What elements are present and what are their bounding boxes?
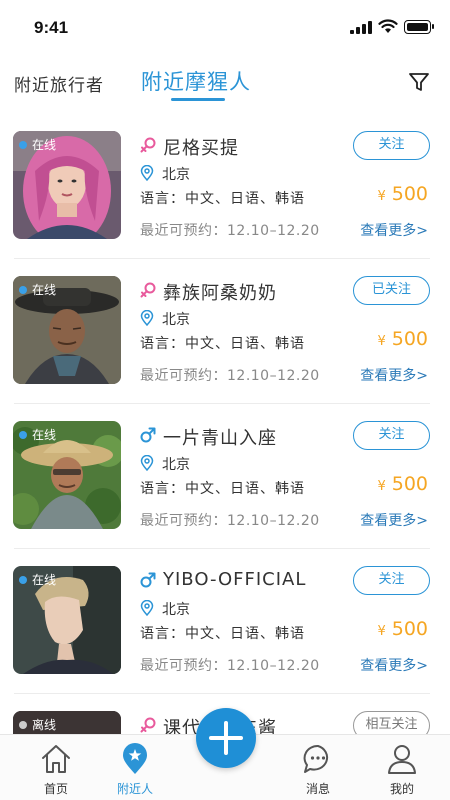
guide-availability: 最近可预约：12.10–12.20 xyxy=(140,223,320,239)
status-text: 在线 xyxy=(32,138,57,152)
status-dot xyxy=(19,285,27,294)
guide-name: 尼格买提 xyxy=(163,138,239,159)
follow-button[interactable]: 关注 xyxy=(353,421,430,450)
profile-icon xyxy=(388,745,416,774)
location-pin-icon xyxy=(140,310,154,326)
location-pin-icon xyxy=(140,600,154,616)
active-tab-indicator xyxy=(171,98,225,101)
guide-city: 北京 xyxy=(162,457,190,473)
home-icon xyxy=(42,745,70,773)
guide-city: 北京 xyxy=(162,602,190,618)
guide-card[interactable]: 在线 尼格买提 北京 语言：中文、日语、韩语 最近可预约：12.10–12.20… xyxy=(0,114,450,259)
status-dot xyxy=(19,430,27,439)
status-dot xyxy=(19,720,27,729)
online-status-badge: 在线 xyxy=(19,426,56,443)
status-text: 离线 xyxy=(32,718,57,732)
filter-icon[interactable] xyxy=(408,71,430,93)
tab-nearby-travelers[interactable]: 附近旅行者 xyxy=(14,71,104,96)
nav-mine-label: 我的 xyxy=(389,782,414,796)
guide-photo[interactable]: 在线 xyxy=(13,421,121,529)
guide-city: 北京 xyxy=(162,312,190,328)
status-time: 9:41 xyxy=(34,18,69,37)
see-more-link[interactable]: 查看更多> xyxy=(360,220,428,240)
guide-availability: 最近可预约：12.10–12.20 xyxy=(140,513,320,529)
offline-status-badge: 离线 xyxy=(19,716,56,733)
nav-nearby[interactable]: 附近人 xyxy=(95,735,175,800)
currency-symbol: ¥ xyxy=(377,189,386,204)
price-value: 500 xyxy=(391,618,428,640)
guide-languages: 语言：中文、日语、韩语 xyxy=(140,191,305,207)
status-dot xyxy=(19,575,27,584)
status-text: 在线 xyxy=(32,428,57,442)
price-value: 500 xyxy=(391,473,428,495)
guide-languages: 语言：中文、日语、韩语 xyxy=(140,336,305,352)
guide-name: 彝族阿桑奶奶 xyxy=(163,283,277,304)
nav-messages-label: 消息 xyxy=(305,782,330,796)
status-text: 在线 xyxy=(32,283,57,297)
follow-button[interactable]: 关注 xyxy=(353,566,430,595)
guide-name: YIBO-OFFICIAL xyxy=(163,569,307,590)
guide-photo[interactable]: 在线 xyxy=(13,131,121,239)
guide-list: 在线 尼格买提 北京 语言：中文、日语、韩语 最近可预约：12.10–12.20… xyxy=(0,114,450,800)
nav-home[interactable]: 首页 xyxy=(16,735,96,800)
guide-card[interactable]: 在线 YIBO-OFFICIAL 北京 语言：中文、日语、韩语 最近可预约：12… xyxy=(0,549,450,694)
bottom-nav: 首页 附近人 消息 我的 xyxy=(0,708,450,800)
nearby-location-icon xyxy=(123,743,147,774)
currency-symbol: ¥ xyxy=(377,334,386,349)
see-more-link[interactable]: 查看更多> xyxy=(360,365,428,385)
nav-home-label: 首页 xyxy=(43,782,68,796)
wifi-icon xyxy=(378,19,398,33)
guide-photo[interactable]: 在线 xyxy=(13,276,121,384)
guide-languages: 语言：中文、日语、韩语 xyxy=(140,626,305,642)
online-status-badge: 在线 xyxy=(19,281,56,298)
guide-photo[interactable]: 在线 xyxy=(13,566,121,674)
guide-card[interactable]: 在线 彝族阿桑奶奶 北京 语言：中文、日语、韩语 最近可预约：12.10–12.… xyxy=(0,259,450,404)
location-pin-icon xyxy=(140,455,154,471)
price-value: 500 xyxy=(391,328,428,350)
location-pin-icon xyxy=(140,165,154,181)
guide-languages: 语言：中文、日语、韩语 xyxy=(140,481,305,497)
status-bar: 9:41 xyxy=(0,0,450,54)
guide-availability: 最近可预约：12.10–12.20 xyxy=(140,368,320,384)
add-button[interactable] xyxy=(196,708,256,768)
message-icon xyxy=(303,744,329,773)
currency-symbol: ¥ xyxy=(377,479,386,494)
top-tabs: 附近旅行者 附近摩猩人 xyxy=(0,54,450,114)
signal-icon xyxy=(350,21,372,34)
tab-nearby-guides[interactable]: 附近摩猩人 xyxy=(141,66,251,96)
nearby-screen: 9:41 附近旅行者 附近摩猩人 在线 尼格买提 北京 语言：中文、日语、韩语 … xyxy=(0,0,450,800)
status-dot xyxy=(19,140,27,149)
guide-card[interactable]: 在线 一片青山入座 北京 语言：中文、日语、韩语 最近可预约：12.10–12.… xyxy=(0,404,450,549)
online-status-badge: 在线 xyxy=(19,136,56,153)
see-more-link[interactable]: 查看更多> xyxy=(360,655,428,675)
guide-availability: 最近可预约：12.10–12.20 xyxy=(140,658,320,674)
nav-messages[interactable]: 消息 xyxy=(278,735,358,800)
male-icon xyxy=(140,427,156,443)
female-icon xyxy=(140,137,156,153)
status-text: 在线 xyxy=(32,573,57,587)
guide-name: 一片青山入座 xyxy=(163,428,277,449)
followed-button[interactable]: 已关注 xyxy=(353,276,430,305)
battery-icon xyxy=(404,20,434,34)
male-icon xyxy=(140,572,156,588)
guide-price: ¥500 xyxy=(377,473,428,495)
guide-price: ¥500 xyxy=(377,183,428,205)
female-icon xyxy=(140,282,156,298)
see-more-link[interactable]: 查看更多> xyxy=(360,510,428,530)
nav-nearby-label: 附近人 xyxy=(116,782,153,796)
currency-symbol: ¥ xyxy=(377,624,386,639)
guide-price: ¥500 xyxy=(377,328,428,350)
price-value: 500 xyxy=(391,183,428,205)
nav-mine[interactable]: 我的 xyxy=(362,735,442,800)
online-status-badge: 在线 xyxy=(19,571,56,588)
follow-button[interactable]: 关注 xyxy=(353,131,430,160)
guide-city: 北京 xyxy=(162,167,190,183)
guide-price: ¥500 xyxy=(377,618,428,640)
female-icon xyxy=(140,717,156,733)
